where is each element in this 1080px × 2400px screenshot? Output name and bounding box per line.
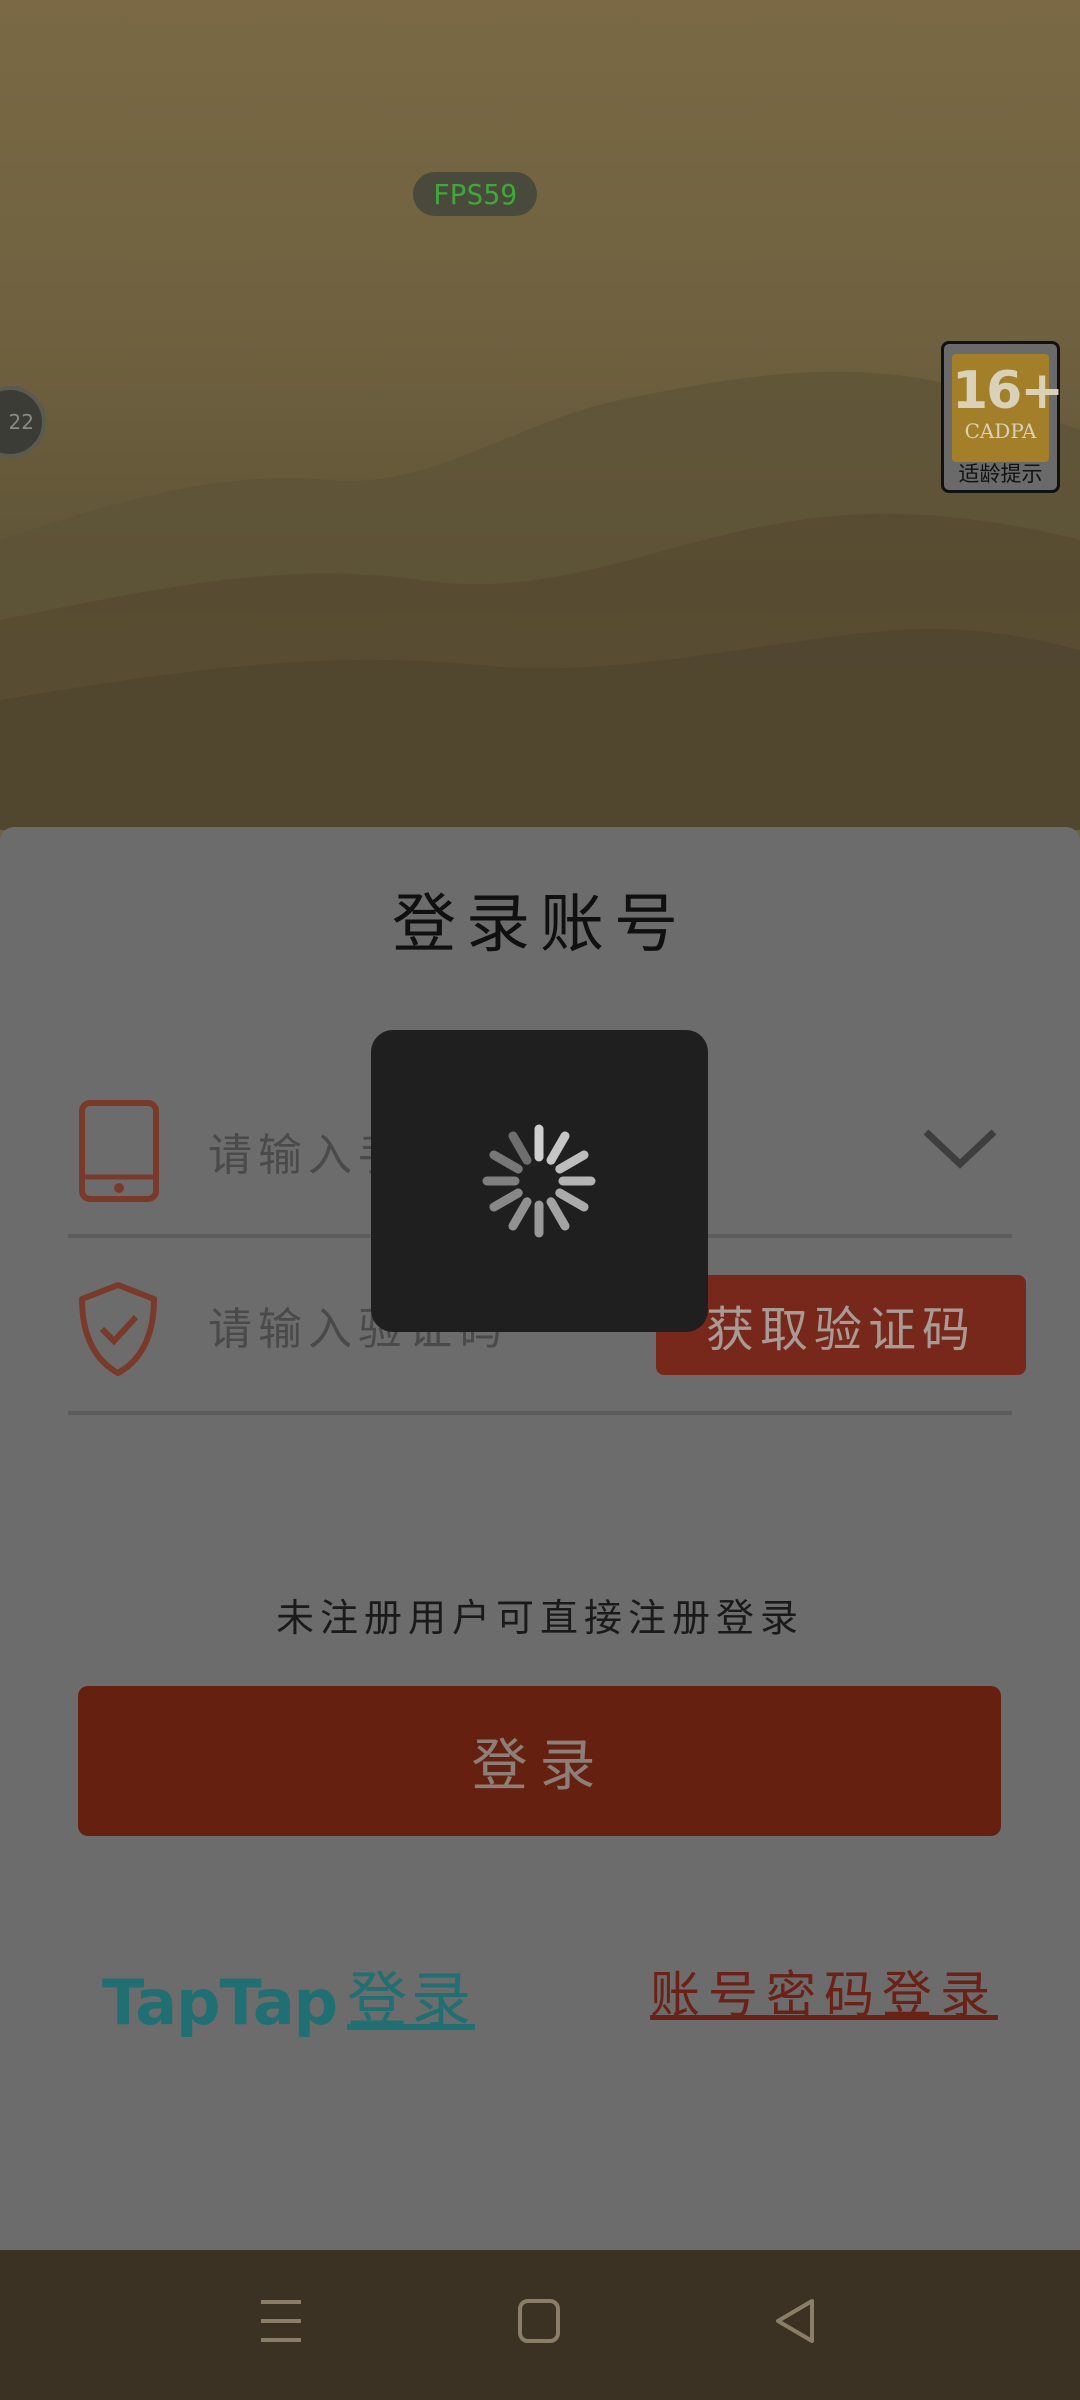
menu-lines-icon[interactable] <box>258 2296 304 2346</box>
shield-check-icon <box>79 1282 157 1376</box>
register-hint: 未注册用户可直接注册登录 <box>275 1596 804 1640</box>
chevron-down-icon[interactable] <box>922 1126 998 1170</box>
square-home-icon[interactable] <box>517 2296 561 2346</box>
loading-spinner-icon <box>482 1124 596 1238</box>
age-rating-number: 16+ <box>952 361 1064 421</box>
triangle-back-icon[interactable] <box>772 2296 818 2346</box>
age-rating-tip: 适龄提示 <box>958 462 1043 486</box>
code-divider <box>68 1411 1012 1415</box>
sheet-title: 登录账号 <box>392 888 688 962</box>
password-login-link[interactable]: 账号密码登录 <box>650 1955 998 2027</box>
age-rating-panel: 16+ CADPA <box>952 354 1064 462</box>
game-background <box>0 0 1080 830</box>
loading-dialog <box>371 1030 708 1332</box>
age-rating-badge[interactable]: 16+ CADPA 适龄提示 <box>941 341 1064 493</box>
age-rating-org: CADPA <box>964 419 1037 443</box>
fps-counter: FPS59 <box>413 172 537 216</box>
get-code-button[interactable]: 获取验证码 <box>656 1275 1026 1375</box>
mountain-landscape <box>0 371 1080 830</box>
login-button[interactable]: 登录 <box>78 1686 1001 1836</box>
taptap-logo: TapTap <box>102 1966 338 2039</box>
system-navigation-bar <box>0 2250 1080 2400</box>
taptap-login-label: 登录 <box>347 1966 476 2036</box>
tablet-phone-icon <box>79 1100 159 1202</box>
taptap-login-link[interactable]: TapTap 登录 <box>102 1952 475 2039</box>
